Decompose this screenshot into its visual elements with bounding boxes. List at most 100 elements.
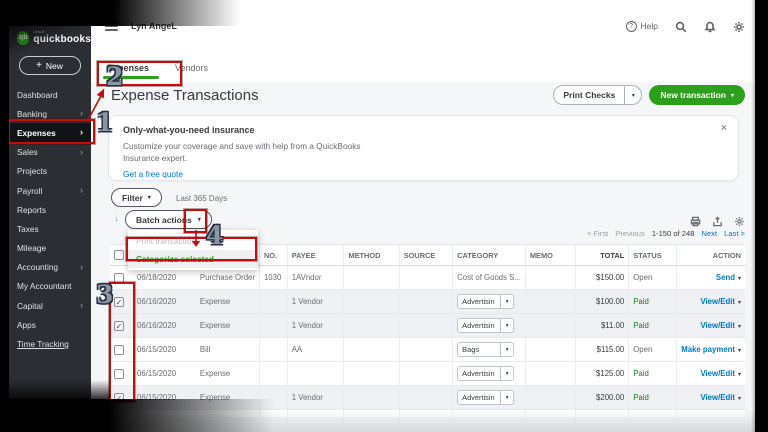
sidebar-item-capital[interactable]: Capital › xyxy=(8,296,91,315)
caret-down-icon[interactable]: ▾ xyxy=(500,391,513,405)
tab-expenses[interactable]: Expenses xyxy=(102,63,160,82)
action-caret-icon[interactable]: ▾ xyxy=(738,300,741,306)
cell-method xyxy=(343,265,400,291)
cell-memo xyxy=(524,313,576,339)
new-button[interactable]: + New xyxy=(18,56,81,75)
quickbooks-logo: qb intuit quickbooks xyxy=(8,30,91,45)
table-row: ✓ 06/16/2020 Expense 1 Vendor Advertisin ▾ $10… xyxy=(110,289,745,315)
sidebar-item-apps[interactable]: Apps xyxy=(8,315,91,334)
get-free-quote-link[interactable]: Get a free quote xyxy=(123,169,183,179)
print-icon[interactable] xyxy=(690,214,701,227)
sidebar-item-taxes[interactable]: Taxes xyxy=(8,219,91,238)
sidebar-item-payroll[interactable]: Payroll › xyxy=(8,181,91,200)
action-caret-icon[interactable]: ▾ xyxy=(738,372,741,378)
menu-item-print-transactions[interactable]: Print transactions xyxy=(128,232,258,250)
sidebar-item-expenses[interactable]: Expenses › xyxy=(8,123,91,143)
search-icon[interactable] xyxy=(675,20,687,33)
table-row: ✓ 06/15/2020 Expense 1 Vendor Advertisin ▾ $20… xyxy=(110,385,745,411)
category-dropdown[interactable]: Advertisin ▾ xyxy=(457,318,515,334)
column-header-source[interactable]: SOURCE xyxy=(398,243,453,267)
caret-down-icon[interactable]: ▾ xyxy=(500,343,513,357)
row-checkbox[interactable] xyxy=(114,368,124,379)
close-icon[interactable]: × xyxy=(721,123,727,134)
column-header-status[interactable]: STATUS xyxy=(628,243,677,267)
cell-payee: 1 Vendor xyxy=(286,385,344,411)
help-button[interactable]: ? Help xyxy=(625,20,658,32)
category-dropdown[interactable]: Advertisin ▾ xyxy=(457,390,515,406)
table-row: 06/15/2020 Expense Advertisin ▾ $125.00 Paid V… xyxy=(110,361,745,387)
row-checkbox[interactable]: ✓ xyxy=(114,392,124,403)
tab-vendors[interactable]: Vendors xyxy=(175,63,208,82)
action-caret-icon[interactable]: ▾ xyxy=(738,324,741,330)
action-caret-icon[interactable]: ▾ xyxy=(738,396,741,402)
batch-actions-button[interactable]: Batch actions ▾ xyxy=(125,210,212,229)
cell-source xyxy=(398,265,453,291)
row-checkbox[interactable]: ✓ xyxy=(114,320,124,331)
cell-category: Advertisin ▾ xyxy=(452,361,526,387)
chevron-right-icon: › xyxy=(80,127,83,138)
action-link-send[interactable]: Send xyxy=(716,273,735,282)
sidebar-item-projects[interactable]: Projects xyxy=(8,162,91,181)
category-dropdown[interactable]: Advertisin ▾ xyxy=(457,366,515,382)
caret-down-icon[interactable]: ▾ xyxy=(500,319,513,333)
row-checkbox[interactable] xyxy=(114,344,124,355)
new-transaction-button[interactable]: New transaction ▾ xyxy=(649,85,745,105)
select-all-checkbox[interactable] xyxy=(114,250,124,261)
caret-down-icon[interactable]: ▾ xyxy=(500,295,513,309)
main-area: Lyn AngeL ? Help Expenses Vendors Expens… xyxy=(91,0,755,432)
category-dropdown[interactable]: Advertisin ▾ xyxy=(457,294,515,310)
sidebar-item-my-accountant[interactable]: My Accountant xyxy=(8,277,91,296)
caret-down-icon[interactable]: ▾ xyxy=(500,367,513,381)
category-dropdown[interactable]: Bags ▾ xyxy=(457,342,515,358)
sidebar-item-dashboard[interactable]: Dashboard xyxy=(8,85,91,104)
cell-action: Send ▾ xyxy=(676,265,745,291)
sidebar-item-accounting[interactable]: Accounting › xyxy=(8,258,91,277)
menu-item-categorize-selected[interactable]: Categorize selected xyxy=(128,250,258,268)
sidebar-item-label: Apps xyxy=(17,319,36,330)
row-checkbox[interactable]: ✓ xyxy=(114,296,124,307)
print-checks-button[interactable]: Print Checks ▾ xyxy=(553,85,643,105)
column-header-no-[interactable]: NO. xyxy=(258,243,288,267)
action-link-view-edit[interactable]: View/Edit xyxy=(700,393,735,402)
action-link-make-payment[interactable]: Make payment xyxy=(681,345,735,354)
print-checks-caret-icon[interactable]: ▾ xyxy=(624,86,641,104)
pagination-last[interactable]: Last > xyxy=(724,229,745,238)
column-header-category[interactable]: CATEGORY xyxy=(452,243,526,267)
pagination-first[interactable]: < First xyxy=(587,229,608,238)
cell-date: 06/15/2020 xyxy=(133,385,196,411)
action-link-view-edit[interactable]: View/Edit xyxy=(700,321,735,330)
column-header-memo[interactable]: MEMO xyxy=(524,243,576,267)
sidebar-item-mileage[interactable]: Mileage xyxy=(8,239,91,258)
sidebar-item-time-tracking[interactable]: Time Tracking xyxy=(8,334,91,353)
sidebar-item-reports[interactable]: Reports xyxy=(8,200,91,219)
column-header-method[interactable]: METHOD xyxy=(343,243,400,267)
status-badge: Open xyxy=(633,273,653,283)
cell-category: Cost of Goods S... xyxy=(452,265,526,291)
help-label: Help xyxy=(640,21,658,31)
cell-type: Expense xyxy=(195,361,260,387)
filter-button[interactable]: Filter ▾ xyxy=(111,188,162,207)
action-link-view-edit[interactable]: View/Edit xyxy=(700,369,735,378)
batch-actions-caret-icon[interactable]: ▾ xyxy=(198,216,201,223)
sidebar-item-banking[interactable]: Banking › xyxy=(8,104,91,123)
hamburger-menu-icon[interactable] xyxy=(105,20,118,32)
action-caret-icon[interactable]: ▾ xyxy=(738,276,741,282)
cell-total: $115.00 xyxy=(575,337,629,363)
export-icon[interactable] xyxy=(712,214,723,227)
column-header-action[interactable]: ACTION xyxy=(676,243,745,267)
chevron-right-icon: › xyxy=(80,185,83,196)
table-settings-gear-icon[interactable] xyxy=(734,214,745,226)
pagination-next[interactable]: Next xyxy=(701,229,717,238)
row-checkbox[interactable] xyxy=(114,272,124,283)
column-header-total[interactable]: TOTAL xyxy=(575,243,629,267)
plus-icon: + xyxy=(36,59,42,71)
notifications-bell-icon[interactable] xyxy=(704,20,716,33)
column-header-payee[interactable]: PAYEE xyxy=(286,243,344,267)
action-caret-icon[interactable]: ▾ xyxy=(738,348,741,354)
sidebar-item-sales[interactable]: Sales › xyxy=(8,143,91,162)
action-link-view-edit[interactable]: View/Edit xyxy=(700,297,735,306)
cell-type: Bill xyxy=(195,337,260,363)
pagination-previous[interactable]: Previous xyxy=(615,229,645,238)
settings-gear-icon[interactable] xyxy=(733,20,745,32)
status-badge: Paid xyxy=(633,321,649,331)
